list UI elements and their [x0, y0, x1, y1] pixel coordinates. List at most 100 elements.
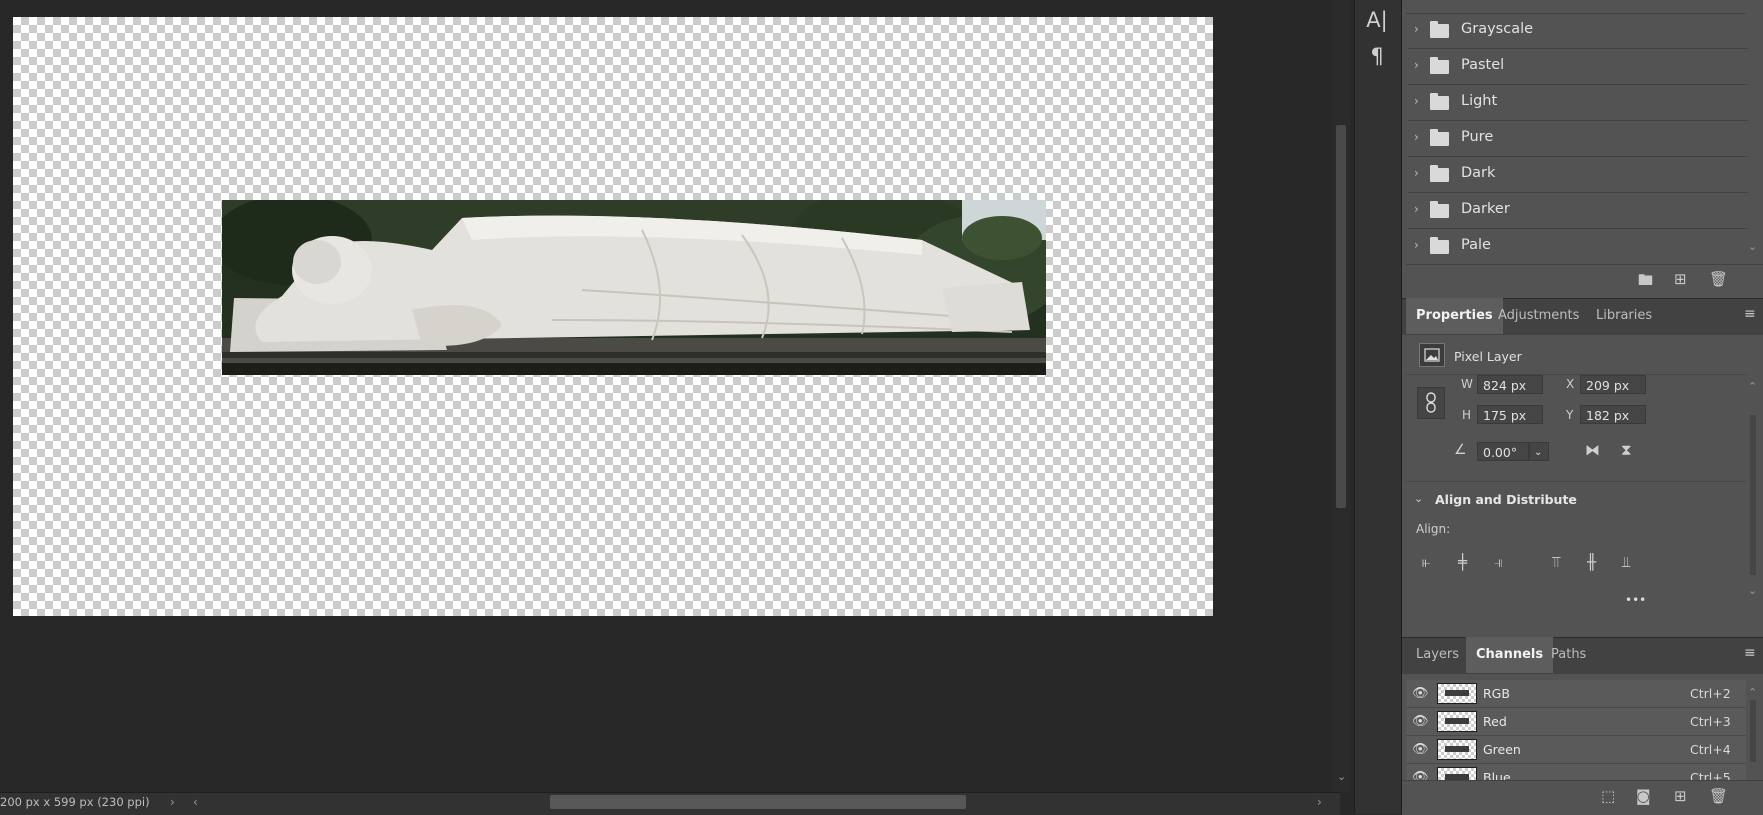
width-field[interactable]: 824 px	[1477, 375, 1543, 394]
delete-channel-icon[interactable]: 🗑	[1709, 787, 1728, 805]
swatch-group-darker[interactable]	[1408, 193, 1748, 229]
channel-name: Green	[1483, 742, 1521, 757]
chevron-right-icon[interactable]: ›	[1414, 58, 1419, 72]
save-selection-mask-icon[interactable]: ◙	[1636, 787, 1651, 805]
align-horizontal-centers-icon[interactable]: ╪	[1458, 553, 1467, 571]
swatch-group-grayscale[interactable]	[1408, 13, 1748, 49]
visibility-eye-icon[interactable]: 👁	[1412, 714, 1429, 729]
channel-shortcut: Ctrl+2	[1690, 686, 1731, 701]
swatch-group-label: Pastel	[1461, 57, 1505, 73]
swatch-group-label: Grayscale	[1461, 21, 1534, 37]
channel-thumbnail	[1437, 767, 1477, 780]
divider	[1406, 481, 1746, 482]
scroll-right-arrow-icon[interactable]: ›	[1317, 795, 1322, 809]
channel-thumbnail	[1437, 711, 1477, 732]
align-right-edges-icon[interactable]: ⫣	[1494, 553, 1503, 571]
channel-name: Blue	[1483, 770, 1511, 780]
visibility-eye-icon[interactable]: 👁	[1412, 686, 1429, 701]
tab-paths[interactable]: Paths	[1541, 637, 1596, 673]
angle-field[interactable]: 0.00°	[1477, 442, 1529, 461]
paragraph-panel-icon[interactable]: ¶	[1362, 44, 1392, 68]
align-label: Align:	[1416, 522, 1451, 536]
tab-adjustments[interactable]: Adjustments	[1488, 298, 1589, 334]
align-bottom-edges-icon[interactable]: ⫫	[1622, 553, 1630, 571]
channels-scroll-up-icon[interactable]: ⌃	[1748, 686, 1757, 699]
properties-scroll-down-icon[interactable]: ⌄	[1748, 584, 1757, 597]
swatch-group-label: Pale	[1461, 237, 1491, 253]
status-expand-arrow-icon[interactable]: ›	[170, 795, 175, 809]
angle-dropdown[interactable]: ⌄	[1529, 442, 1549, 461]
document-info-status[interactable]: 200 px x 599 px (230 ppi)	[0, 795, 150, 809]
chevron-right-icon[interactable]: ›	[1414, 130, 1419, 144]
vertical-scroll-thumb[interactable]	[1336, 125, 1346, 508]
swatch-group-light[interactable]	[1408, 85, 1748, 121]
pixel-layer-image[interactable]	[222, 200, 1046, 375]
align-top-edges-icon[interactable]: ⫪	[1552, 553, 1560, 571]
folder-icon	[1430, 129, 1449, 146]
channel-name: Red	[1483, 714, 1507, 729]
swatch-group-pastel[interactable]	[1408, 49, 1748, 85]
swatch-group-label: Dark	[1461, 165, 1496, 181]
panel-icon-strip	[1354, 0, 1402, 814]
channels-scroll-thumb[interactable]	[1750, 700, 1756, 762]
swatch-group-pale[interactable]	[1408, 229, 1748, 264]
swatch-group-label: Pure	[1461, 129, 1494, 145]
swatch-group-label: Darker	[1461, 201, 1510, 217]
chevron-right-icon[interactable]: ›	[1414, 94, 1419, 108]
tab-layers[interactable]: Layers	[1406, 637, 1469, 673]
flip-horizontal-icon[interactable]: ⧓	[1585, 441, 1600, 459]
scroll-left-arrow-icon[interactable]: ‹	[193, 795, 198, 809]
folder-icon	[1430, 57, 1449, 74]
chevron-down-icon[interactable]: ⌄	[1414, 492, 1423, 505]
swatches-scroll-down-icon[interactable]: ⌄	[1748, 240, 1757, 253]
chain-link-icon	[1426, 392, 1436, 413]
new-swatch-icon[interactable]: ⊞	[1674, 270, 1687, 288]
align-vertical-centers-icon[interactable]: ╫	[1587, 553, 1596, 571]
channel-shortcut: Ctrl+3	[1690, 714, 1731, 729]
panel-menu-icon[interactable]: ≡	[1744, 306, 1756, 322]
swatch-group-dark[interactable]	[1408, 157, 1748, 193]
channel-name: RGB	[1483, 686, 1510, 701]
x-position-field[interactable]: 209 px	[1580, 375, 1646, 394]
divider	[1406, 374, 1746, 375]
height-label: H	[1462, 408, 1472, 422]
swatch-group-label: Light	[1461, 93, 1498, 109]
angle-icon: ∠	[1454, 442, 1467, 458]
channel-thumbnail	[1437, 683, 1477, 704]
reclining-statue-photo	[222, 200, 1046, 375]
character-panel-icon[interactable]: A|	[1362, 8, 1392, 32]
scroll-down-arrow-icon[interactable]: ⌄	[1337, 770, 1346, 783]
chevron-right-icon[interactable]: ›	[1414, 238, 1419, 252]
height-field[interactable]: 175 px	[1477, 405, 1543, 424]
folder-icon	[1430, 21, 1449, 38]
swatch-group-pure[interactable]	[1408, 121, 1748, 157]
load-selection-icon[interactable]: ⬚	[1601, 787, 1615, 805]
channel-row-blue[interactable]: 👁 Blue Ctrl+5	[1406, 764, 1746, 780]
link-proportions-button[interactable]	[1417, 387, 1445, 419]
tab-libraries[interactable]: Libraries	[1586, 298, 1662, 334]
chevron-right-icon[interactable]: ›	[1414, 22, 1419, 36]
y-label: Y	[1566, 408, 1574, 422]
channel-thumbnail	[1437, 739, 1477, 760]
swatch-row-partial	[1406, 0, 1746, 14]
horizontal-scroll-thumb[interactable]	[550, 795, 966, 809]
panel-menu-icon[interactable]: ≡	[1744, 645, 1756, 661]
properties-scroll-up-icon[interactable]: ⌃	[1748, 380, 1757, 393]
visibility-eye-icon[interactable]: 👁	[1412, 770, 1429, 780]
align-distribute-title[interactable]: Align and Distribute	[1435, 492, 1577, 507]
chevron-right-icon[interactable]: ›	[1414, 166, 1419, 180]
flip-vertical-icon[interactable]: ⧗	[1621, 441, 1632, 459]
new-group-folder-icon[interactable]: 🖿	[1638, 270, 1653, 295]
align-left-edges-icon[interactable]: ⫦	[1422, 553, 1430, 571]
folder-icon	[1430, 165, 1449, 182]
properties-scroll-thumb[interactable]	[1750, 415, 1756, 575]
new-channel-icon[interactable]: ⊞	[1674, 787, 1687, 805]
y-position-field[interactable]: 182 px	[1580, 405, 1646, 424]
x-label: X	[1566, 377, 1575, 391]
delete-trash-icon[interactable]: 🗑	[1709, 270, 1728, 288]
folder-icon	[1430, 237, 1449, 254]
image-icon	[1424, 348, 1440, 362]
visibility-eye-icon[interactable]: 👁	[1412, 742, 1429, 757]
chevron-right-icon[interactable]: ›	[1414, 202, 1419, 216]
more-options-button[interactable]: •••	[1625, 593, 1646, 607]
